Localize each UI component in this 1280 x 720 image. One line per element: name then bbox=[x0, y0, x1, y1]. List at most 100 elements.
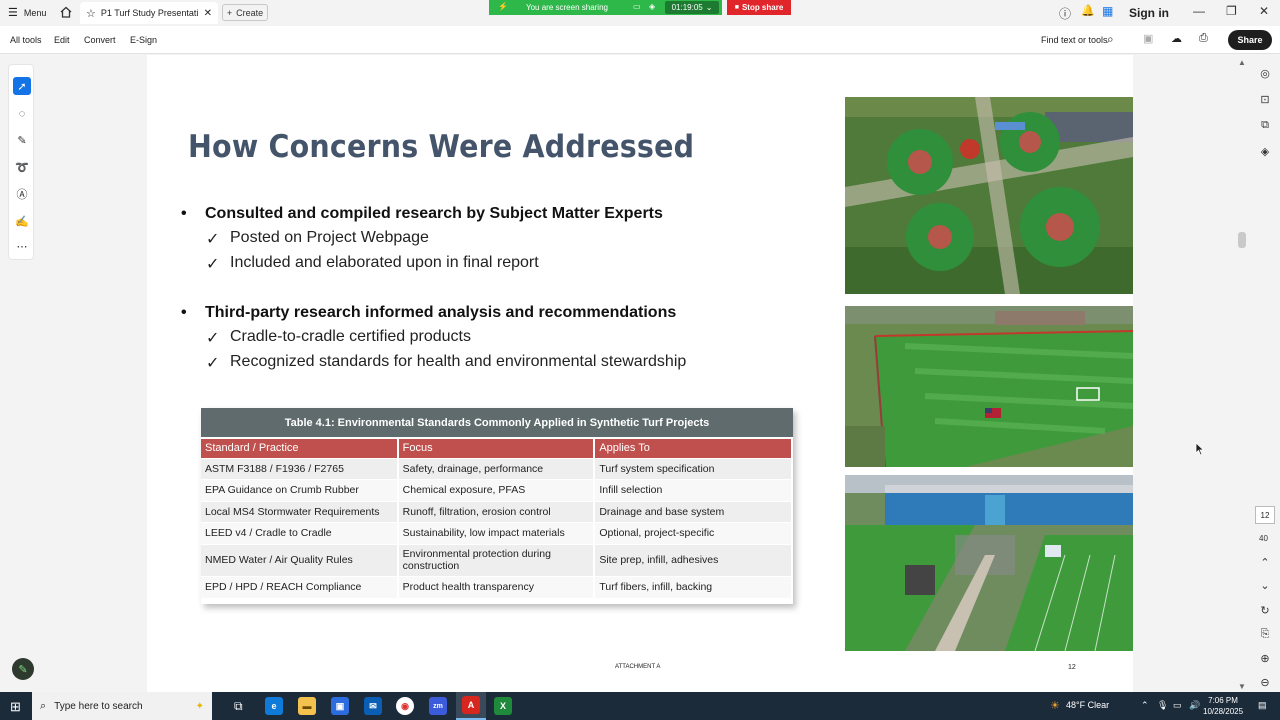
stop-share-label: Stop share bbox=[741, 3, 784, 12]
refresh-icon[interactable]: ↻ bbox=[1258, 603, 1272, 617]
edit-menu[interactable]: Edit bbox=[54, 35, 70, 45]
page-number: 12 bbox=[1068, 664, 1076, 671]
acrobat-app-icon[interactable]: A bbox=[456, 692, 486, 720]
excel-icon[interactable]: X bbox=[494, 697, 512, 715]
share-status-icon: ⚡ bbox=[498, 2, 508, 11]
tray-overflow-icon[interactable]: ⌃ bbox=[1141, 700, 1149, 711]
ai-assistant-icon[interactable]: ◎ bbox=[1258, 66, 1272, 80]
file-explorer-icon[interactable]: ▬ bbox=[298, 697, 316, 715]
esign-menu[interactable]: E-Sign bbox=[130, 35, 157, 45]
table-cell: Local MS4 Stormwater Requirements bbox=[201, 500, 399, 523]
bullet-item: • Consulted and compiled research by Sub… bbox=[181, 205, 663, 223]
sub-bullet-text: Recognized standards for health and envi… bbox=[230, 353, 687, 370]
page-number-input[interactable]: 12 bbox=[1255, 506, 1275, 524]
bell-icon[interactable]: 🔔 bbox=[1081, 4, 1095, 17]
more-tools-icon[interactable]: ⋯ bbox=[13, 237, 31, 255]
zoom-out-icon[interactable]: ⊖ bbox=[1258, 675, 1272, 689]
network-icon[interactable]: ▭ bbox=[1173, 700, 1182, 711]
table-cell: Site prep, infill, adhesives bbox=[594, 543, 793, 576]
task-view-icon[interactable]: ⧉ bbox=[234, 699, 243, 714]
cloud-upload-icon[interactable]: ☁ bbox=[1171, 32, 1182, 45]
print-icon[interactable]: ⎙ bbox=[1199, 32, 1208, 45]
slide-title: How Concerns Were Addressed bbox=[188, 129, 695, 165]
sub-bullet-item: ✓ Included and elaborated upon in final … bbox=[206, 254, 539, 273]
vertical-scrollbar-thumb[interactable] bbox=[1238, 232, 1246, 248]
microphone-icon[interactable]: 🎙 bbox=[1157, 700, 1168, 711]
create-label: Create bbox=[236, 7, 264, 18]
layers-icon[interactable]: ◈ bbox=[1258, 144, 1272, 158]
bullet-dot: • bbox=[181, 304, 187, 321]
check-icon: ✓ bbox=[206, 256, 220, 273]
find-text-button[interactable]: Find text or tools bbox=[1041, 35, 1108, 45]
share-button[interactable]: Share bbox=[1228, 30, 1272, 50]
menu-button[interactable]: ☰ Menu bbox=[8, 6, 46, 19]
bullet-item: • Third-party research informed analysis… bbox=[181, 304, 677, 322]
table-cell: Environmental protection during construc… bbox=[397, 543, 596, 576]
stop-share-button[interactable]: ■ Stop share bbox=[727, 0, 791, 15]
left-tool-rail: ➚ ◌ ✎ ➰ Ⓐ ✍ ⋯ bbox=[8, 64, 34, 260]
edge-browser-icon[interactable]: e bbox=[265, 697, 283, 715]
soccer-field-photo bbox=[845, 306, 1133, 467]
windows-start-icon[interactable]: ⊞ bbox=[10, 699, 21, 715]
share-timer[interactable]: 01:19:05 ⌄ bbox=[665, 1, 719, 14]
system-clock[interactable]: 7:06 PM 10/28/2025 bbox=[1203, 695, 1243, 717]
table-cell: Product health transparency bbox=[397, 575, 596, 598]
document-tab[interactable]: ☆ P1 Turf Study Presentati... ✕ bbox=[80, 2, 218, 24]
page-total: 40 bbox=[1259, 534, 1268, 543]
convert-menu[interactable]: Convert bbox=[84, 35, 116, 45]
lasso-tool-icon[interactable]: ➰ bbox=[13, 158, 31, 176]
zoom-app-icon[interactable]: zm bbox=[429, 697, 447, 715]
comment-tool-icon[interactable]: ◌ bbox=[13, 105, 31, 123]
apps-grid-icon[interactable]: ▦ bbox=[1102, 4, 1113, 18]
table-cell: LEED v4 / Cradle to Cradle bbox=[201, 522, 399, 544]
create-button[interactable]: + Create bbox=[222, 4, 268, 21]
home-icon[interactable] bbox=[59, 5, 73, 19]
bullet-text: Consulted and compiled research by Subje… bbox=[205, 205, 663, 222]
chevron-up-icon[interactable]: ⌃ bbox=[1258, 555, 1272, 569]
restore-icon[interactable]: ❐ bbox=[1226, 4, 1237, 18]
sign-in-button[interactable]: Sign in bbox=[1129, 6, 1169, 20]
table-row: EPD / HPD / REACH Compliance Product hea… bbox=[201, 575, 793, 598]
zoom-in-icon[interactable]: ⊕ bbox=[1258, 651, 1272, 665]
table-cell: Turf system specification bbox=[594, 457, 793, 480]
table-row: Local MS4 Stormwater Requirements Runoff… bbox=[201, 500, 793, 523]
pen-tool-icon[interactable]: ✎ bbox=[13, 131, 31, 149]
select-tool-icon[interactable]: ➚ bbox=[13, 77, 31, 95]
search-placeholder: Type here to search bbox=[54, 700, 143, 712]
weather-text[interactable]: 48°F Clear bbox=[1066, 700, 1109, 710]
menu-label: Menu bbox=[23, 7, 47, 18]
star-icon[interactable]: ☆ bbox=[86, 7, 96, 20]
column-header: Focus bbox=[397, 437, 596, 458]
minimize-icon[interactable]: — bbox=[1193, 4, 1205, 18]
bookmark-icon[interactable]: ⊡ bbox=[1258, 92, 1272, 106]
close-tab-icon[interactable]: ✕ bbox=[204, 8, 212, 19]
taskbar-search[interactable]: ⌕ Type here to search ✦ bbox=[32, 692, 212, 720]
chevron-down-icon[interactable]: ⌄ bbox=[1258, 578, 1272, 592]
save-icon[interactable]: ▣ bbox=[1143, 32, 1153, 45]
help-icon[interactable]: ⓘ bbox=[1059, 5, 1071, 22]
bullet-text: Third-party research informed analysis a… bbox=[205, 304, 677, 321]
windows-taskbar: ⊞ ⌕ Type here to search ✦ ⧉ e ▬ ▣ ✉ ◉ zm… bbox=[0, 692, 1280, 720]
clock-time: 7:06 PM bbox=[1208, 696, 1238, 705]
sports-complex-photo bbox=[845, 475, 1133, 651]
main-toolbar: All tools Edit Convert E-Sign Find text … bbox=[0, 26, 1280, 54]
scroll-down-arrow-icon[interactable]: ▼ bbox=[1238, 682, 1246, 691]
close-window-icon[interactable]: ✕ bbox=[1259, 4, 1269, 18]
chrome-icon[interactable]: ◉ bbox=[396, 697, 414, 715]
volume-icon[interactable]: 🔊 bbox=[1189, 700, 1200, 711]
check-icon: ✓ bbox=[206, 355, 220, 372]
table-row: LEED v4 / Cradle to Cradle Sustainabilit… bbox=[201, 522, 793, 544]
search-icon[interactable]: ⌕ bbox=[1107, 32, 1114, 47]
page-fit-icon[interactable]: ⎘ bbox=[1258, 627, 1272, 641]
mail-icon[interactable]: ✉ bbox=[364, 697, 382, 715]
text-tool-icon[interactable]: Ⓐ bbox=[13, 185, 31, 203]
all-tools-menu[interactable]: All tools bbox=[10, 35, 42, 45]
notifications-icon[interactable]: ▤ bbox=[1258, 700, 1267, 711]
pages-icon[interactable]: ⧉ bbox=[1258, 118, 1272, 132]
edit-fab-icon[interactable]: ✎ bbox=[12, 658, 34, 680]
check-icon: ✓ bbox=[206, 231, 220, 248]
scroll-up-arrow-icon[interactable]: ▲ bbox=[1238, 58, 1246, 67]
store-icon[interactable]: ▣ bbox=[331, 697, 349, 715]
table-cell: Sustainability, low impact materials bbox=[397, 522, 596, 544]
fill-sign-tool-icon[interactable]: ✍ bbox=[13, 212, 31, 230]
